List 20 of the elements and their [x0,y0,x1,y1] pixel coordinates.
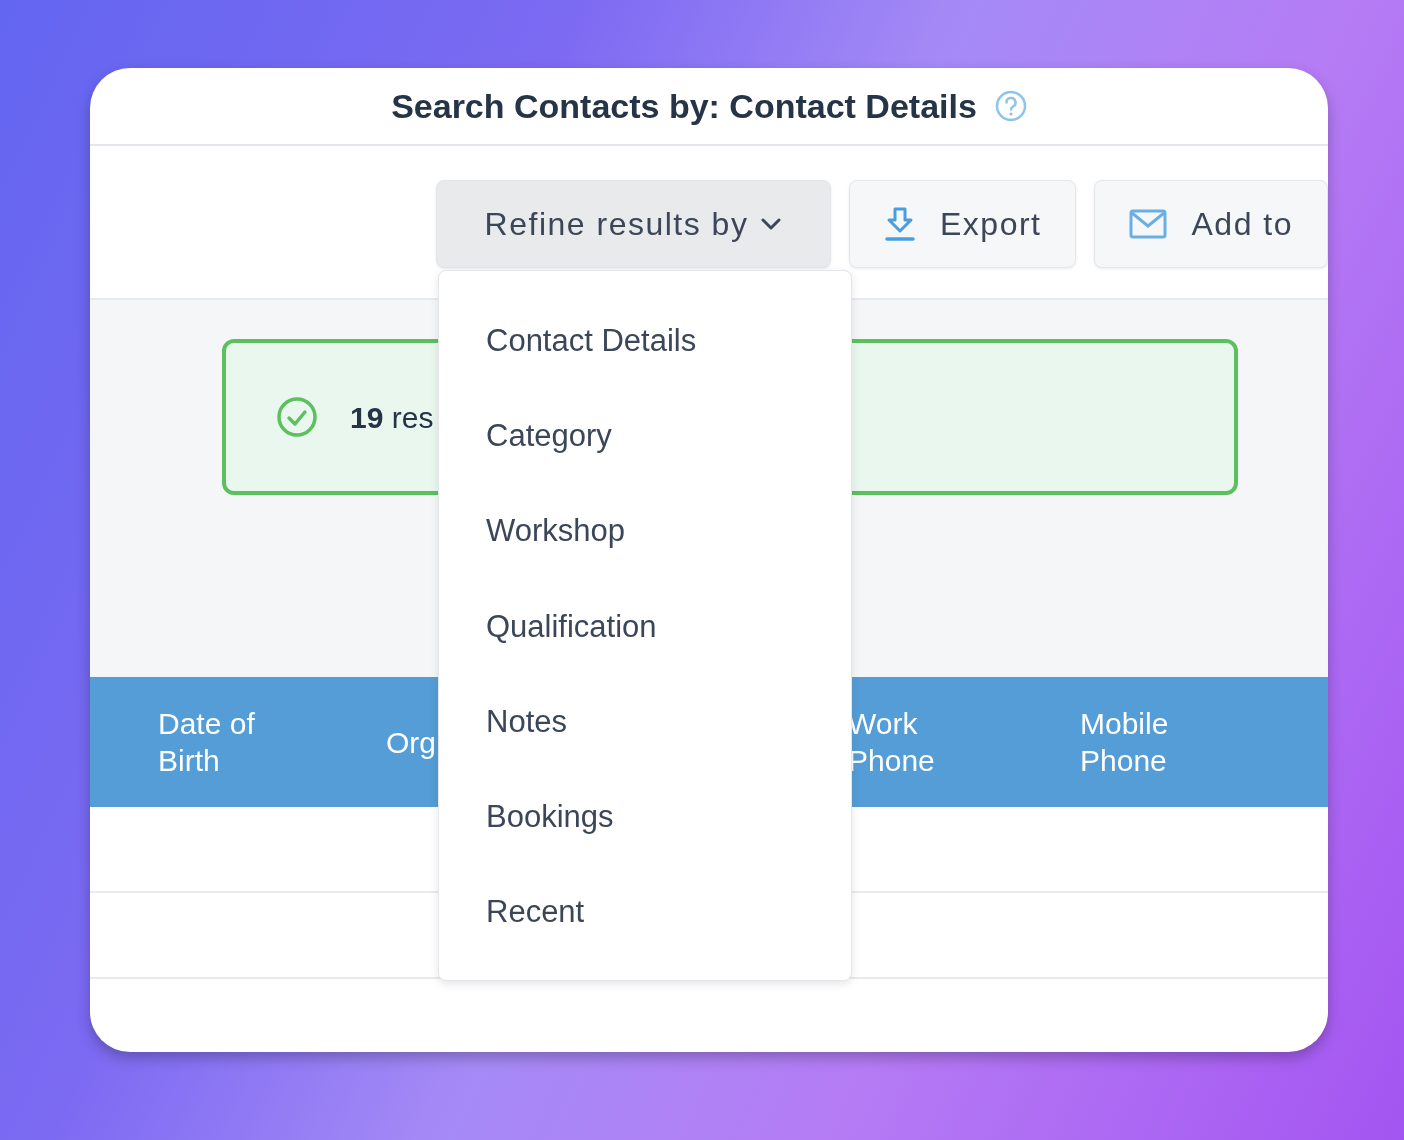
menu-item[interactable]: Contact Details [486,293,697,389]
chevron-down-icon [760,217,783,231]
envelope-icon [1129,209,1168,239]
export-button[interactable]: Export [849,180,1077,268]
menu-item[interactable]: Bookings [486,769,614,865]
column-header: Org [386,725,436,759]
check-circle-icon [276,396,318,438]
menu-item[interactable]: Notes [486,674,567,770]
page-title: Search Contacts by: Contact Details [391,85,977,127]
menu-item[interactable]: Workshop [486,483,625,579]
results-summary: 19 res [350,399,434,436]
refine-dropdown-button[interactable]: Refine results by [436,180,831,268]
add-to-button[interactable]: Add to [1094,180,1328,268]
menu-item[interactable]: Recent [486,864,585,961]
menu-item[interactable]: Category [486,388,612,484]
download-icon [884,206,916,242]
menu-item[interactable]: Qualification [486,578,657,675]
column-header: Mobile Phone [1080,707,1169,777]
column-header: Date of Birth [158,707,255,777]
help-icon[interactable] [994,90,1027,122]
